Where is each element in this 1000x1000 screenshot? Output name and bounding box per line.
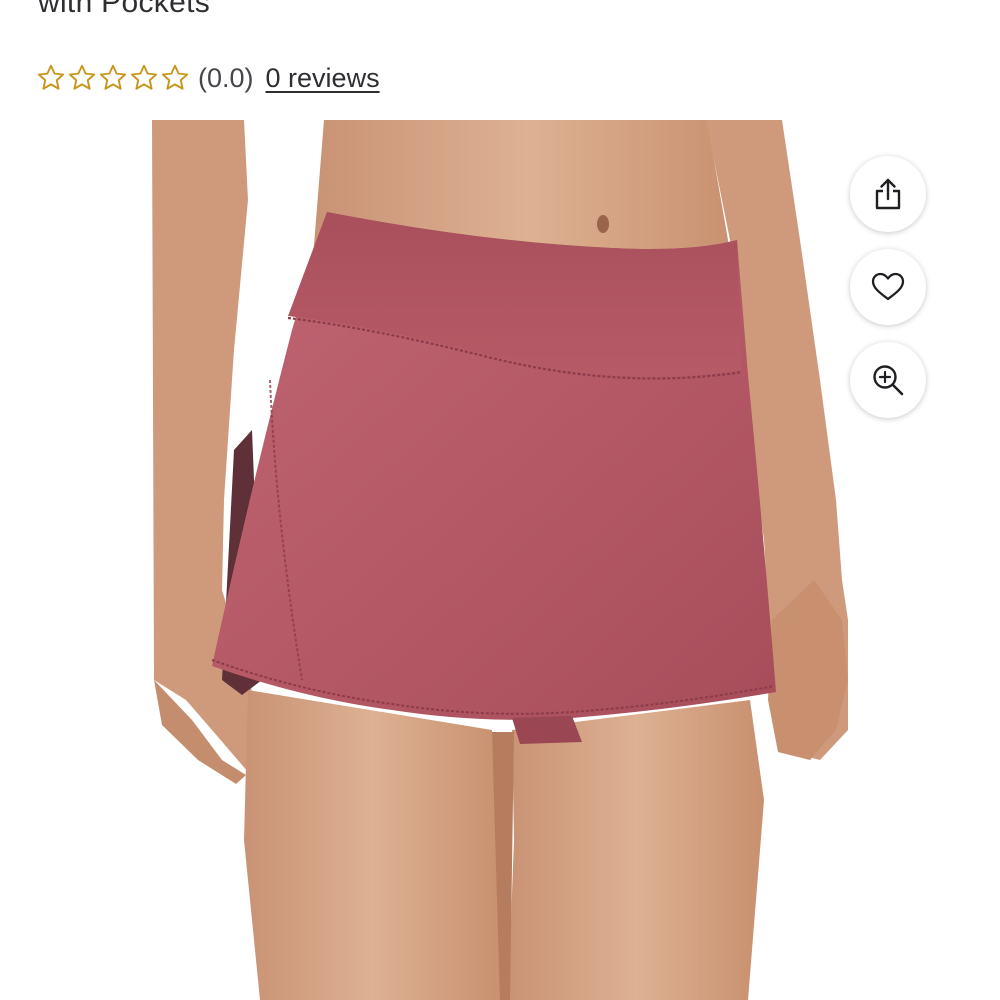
product-title: with Pockets: [38, 0, 210, 19]
star-icon: [37, 64, 65, 90]
zoom-button[interactable]: [850, 342, 926, 418]
skort-illustration: [152, 120, 848, 1000]
reviews-link[interactable]: 0 reviews: [266, 63, 380, 94]
favorite-button[interactable]: [850, 249, 926, 325]
heart-icon: [871, 272, 905, 301]
product-image[interactable]: [152, 120, 848, 1000]
star-icon: [130, 64, 158, 90]
star-icon: [161, 64, 189, 90]
zoom-in-icon: [873, 365, 904, 396]
rating-summary: (0.0) 0 reviews: [36, 58, 380, 98]
product-page: with Pockets (0.0) 0 reviews: [0, 0, 1000, 1000]
share-icon: [875, 178, 901, 210]
rating-value: (0.0): [198, 62, 254, 93]
share-button[interactable]: [850, 156, 926, 232]
star-rating: [36, 63, 190, 93]
star-icon: [68, 64, 96, 90]
star-icon: [99, 64, 127, 90]
